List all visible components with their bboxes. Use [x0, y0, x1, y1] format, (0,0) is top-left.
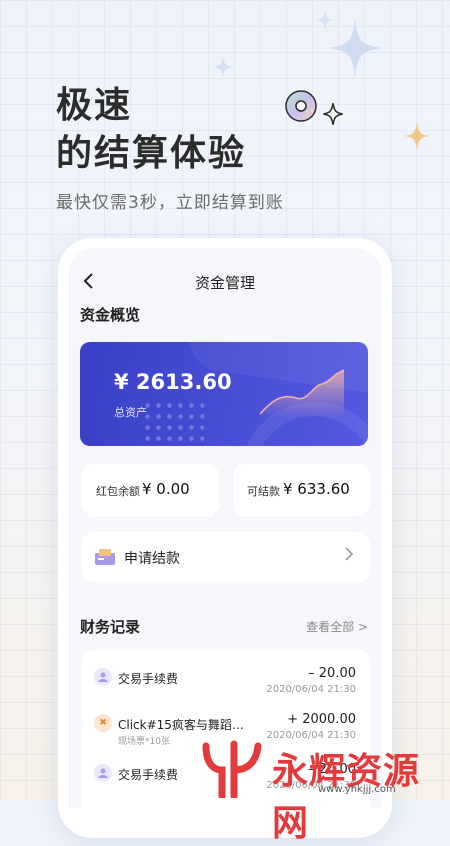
total-asset-card[interactable]: ¥ 2613.60 总资产 [80, 342, 368, 446]
fee-icon [94, 764, 112, 782]
page-title: 资金管理 [194, 274, 255, 292]
apply-settlement-button[interactable]: 申请结款 [82, 532, 370, 582]
sparkle-large-icon [327, 18, 383, 78]
red-packet-balance-value: ¥ 0.00 [142, 480, 190, 498]
watermark-url: www.yhkjjj.com [318, 784, 396, 795]
settleable-balance-label: 可结款 [247, 485, 280, 498]
settleable-balance-value: ¥ 633.60 [283, 480, 350, 498]
view-all-link[interactable]: 查看全部 > [306, 618, 368, 635]
record-amount: + 2000.00 [287, 712, 356, 727]
record-row[interactable]: ✖ Click#15疯客与舞蹈… 现场票*10张 + 2000.00 2020/… [82, 696, 370, 747]
sparkle-small-icon [213, 56, 233, 78]
settleable-balance-card[interactable]: 可结款 ¥ 633.60 [233, 464, 370, 516]
app-screen: 资金管理 资金概览 ¥ 2613.60 总资产 红包余额 ¥ 0.00 可结款 … [68, 248, 382, 808]
fee-icon [94, 668, 112, 686]
chevron-right-icon [344, 546, 354, 567]
record-name: 交易手续费 [118, 768, 179, 782]
record-time: 2020/06/04 21:30 [266, 684, 356, 695]
total-asset-amount: ¥ 2613.60 [114, 370, 232, 394]
record-name: 交易手续费 [118, 672, 179, 686]
sparkle-outline-icon [323, 103, 343, 125]
total-asset-label: 总资产 [114, 406, 147, 419]
disc-icon [285, 90, 317, 122]
ticket-icon: ✖ [94, 714, 112, 732]
record-row[interactable]: 交易手续费 – 20.00 2020/06/04 21:30 [82, 650, 370, 698]
records-title: 财务记录 [80, 618, 141, 636]
trend-chart-icon [260, 369, 345, 418]
apply-settlement-label: 申请结款 [124, 551, 180, 567]
promo-headline-line1: 极速 [56, 85, 133, 126]
record-name: Click#15疯客与舞蹈… [118, 718, 244, 732]
dot-pattern [142, 400, 204, 442]
promo-subline: 最快仅需3秒，立即结算到账 [56, 193, 284, 213]
watermark-logo-icon [202, 740, 262, 798]
red-packet-balance-card[interactable]: 红包余额 ¥ 0.00 [82, 464, 219, 516]
overview-title: 资金概览 [80, 306, 141, 324]
record-amount: – 20.00 [308, 666, 356, 681]
nav-bar: 资金管理 [68, 248, 382, 310]
promo-headline-line2: 的结算体验 [56, 133, 247, 174]
red-packet-balance-label: 红包余额 [96, 485, 140, 498]
sparkle-gold-icon [404, 122, 430, 150]
settlement-icon [94, 547, 116, 571]
watermark: 永辉资源网 www.yhkjjj.com [200, 740, 450, 844]
sparkle-small-icon [316, 10, 334, 30]
promo-headline: 极速 的结算体验 [56, 82, 246, 178]
